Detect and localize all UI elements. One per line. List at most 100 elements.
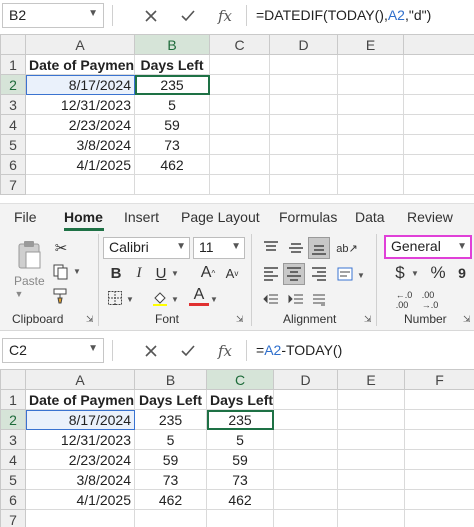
decrease-indent-icon[interactable] (260, 290, 282, 310)
cell[interactable] (269, 114, 338, 135)
cell[interactable] (403, 94, 474, 115)
row-header[interactable]: 6 (0, 154, 26, 175)
font-name-select[interactable]: Calibri ▼ (103, 237, 190, 259)
chevron-down-icon[interactable]: ▼ (176, 241, 186, 252)
cell[interactable] (337, 74, 404, 95)
name-box[interactable]: C2 ▼ (2, 338, 104, 363)
chevron-down-icon[interactable]: ▼ (170, 266, 180, 280)
cell-c2[interactable]: 235 (206, 409, 274, 430)
cell-b5[interactable]: 73 (134, 469, 207, 490)
cell-a2[interactable]: 8/17/2024 (25, 409, 135, 430)
chevron-down-icon[interactable]: ▼ (88, 343, 98, 354)
cell-a7[interactable] (25, 174, 135, 195)
cell-b7[interactable] (134, 509, 207, 527)
cell[interactable] (273, 409, 338, 430)
chevron-down-icon[interactable]: ▼ (457, 241, 467, 252)
cell[interactable] (209, 174, 270, 195)
cell-b5[interactable]: 73 (134, 134, 210, 155)
row-header[interactable]: 1 (0, 389, 26, 410)
cell-a1[interactable]: Date of Payment (25, 389, 135, 410)
cell[interactable] (403, 114, 474, 135)
cell-b6[interactable]: 462 (134, 489, 207, 510)
cell[interactable] (403, 74, 474, 95)
cell-a5[interactable]: 3/8/2024 (25, 469, 135, 490)
cell[interactable] (269, 134, 338, 155)
cell[interactable] (337, 94, 404, 115)
cell[interactable] (337, 54, 404, 75)
cell[interactable] (209, 54, 270, 75)
row-header[interactable]: 2 (0, 409, 26, 430)
cell-a1[interactable]: Date of Payment (25, 54, 135, 75)
cell-b4[interactable]: 59 (134, 449, 207, 470)
wrap-text-icon[interactable] (334, 264, 356, 284)
column-header-e[interactable]: E (337, 34, 404, 55)
chevron-down-icon[interactable]: ▼ (356, 268, 366, 282)
cell-a3[interactable]: 12/31/2023 (25, 429, 135, 450)
cell[interactable] (209, 134, 270, 155)
align-left-icon[interactable] (260, 264, 282, 284)
cell[interactable] (337, 134, 404, 155)
column-header-b[interactable]: B (134, 34, 210, 55)
dialog-launcher-icon[interactable]: ⇲ (236, 314, 244, 325)
tab-data[interactable]: Data (355, 209, 385, 225)
cell-a4[interactable]: 2/23/2024 (25, 449, 135, 470)
cell[interactable] (337, 429, 405, 450)
align-center-icon[interactable] (283, 263, 305, 285)
dialog-launcher-icon[interactable]: ⇲ (463, 314, 471, 325)
cell[interactable] (209, 154, 270, 175)
cut-icon[interactable]: ✂ (50, 238, 72, 258)
cell[interactable] (404, 469, 474, 490)
column-header-b[interactable]: B (134, 369, 207, 390)
font-color-button[interactable]: A (189, 286, 209, 306)
align-top-icon[interactable] (260, 238, 282, 258)
name-box[interactable]: B2 ▼ (2, 3, 104, 28)
cell-c7[interactable] (206, 509, 274, 527)
chevron-down-icon[interactable]: ▼ (72, 264, 82, 278)
select-all-corner[interactable] (0, 34, 26, 55)
dialog-launcher-icon[interactable]: ⇲ (86, 314, 94, 325)
copy-icon[interactable] (50, 262, 72, 282)
cell[interactable] (273, 389, 338, 410)
text-direction-icon[interactable] (308, 290, 330, 310)
row-header[interactable]: 4 (0, 114, 26, 135)
cell-b2[interactable]: 235 (134, 409, 207, 430)
formula-input[interactable]: =A2-TODAY() (256, 342, 342, 358)
cell[interactable] (337, 489, 405, 510)
row-header[interactable]: 5 (0, 134, 26, 155)
cell[interactable] (269, 74, 338, 95)
fill-color-icon[interactable] (150, 288, 170, 308)
cell[interactable] (273, 509, 338, 527)
paste-label[interactable]: Paste (14, 274, 45, 288)
column-header-a[interactable]: A (25, 34, 135, 55)
cell[interactable] (404, 409, 474, 430)
increase-decimal-icon[interactable]: ←.0.00 (392, 290, 416, 310)
align-middle-icon[interactable] (285, 238, 307, 258)
font-size-select[interactable]: 11 ▼ (193, 237, 245, 259)
cell[interactable] (404, 449, 474, 470)
insert-function-icon[interactable]: fx (212, 339, 238, 363)
cell[interactable] (273, 469, 338, 490)
cell[interactable] (337, 449, 405, 470)
dialog-launcher-icon[interactable]: ⇲ (364, 314, 372, 325)
cell[interactable] (269, 174, 338, 195)
tab-home[interactable]: Home (64, 209, 103, 225)
row-header[interactable]: 5 (0, 469, 26, 490)
cell[interactable] (209, 74, 270, 95)
column-header-c[interactable]: C (206, 369, 274, 390)
cell[interactable] (273, 489, 338, 510)
cell-c6[interactable]: 462 (206, 489, 274, 510)
cell[interactable] (404, 509, 474, 527)
cell[interactable] (403, 154, 474, 175)
cell-b4[interactable]: 59 (134, 114, 210, 135)
cell[interactable] (269, 54, 338, 75)
decrease-decimal-icon[interactable]: .00 →.0 (418, 290, 442, 310)
row-header[interactable]: 6 (0, 489, 26, 510)
align-right-icon[interactable] (308, 264, 330, 284)
cell-c1[interactable]: Days Left (206, 389, 274, 410)
cell-a3[interactable]: 12/31/2023 (25, 94, 135, 115)
orientation-icon[interactable]: ab↗ (336, 238, 358, 258)
cell-a7[interactable] (25, 509, 135, 527)
percent-button[interactable]: % (427, 262, 449, 284)
cell[interactable] (404, 389, 474, 410)
tab-page-layout[interactable]: Page Layout (181, 209, 260, 225)
